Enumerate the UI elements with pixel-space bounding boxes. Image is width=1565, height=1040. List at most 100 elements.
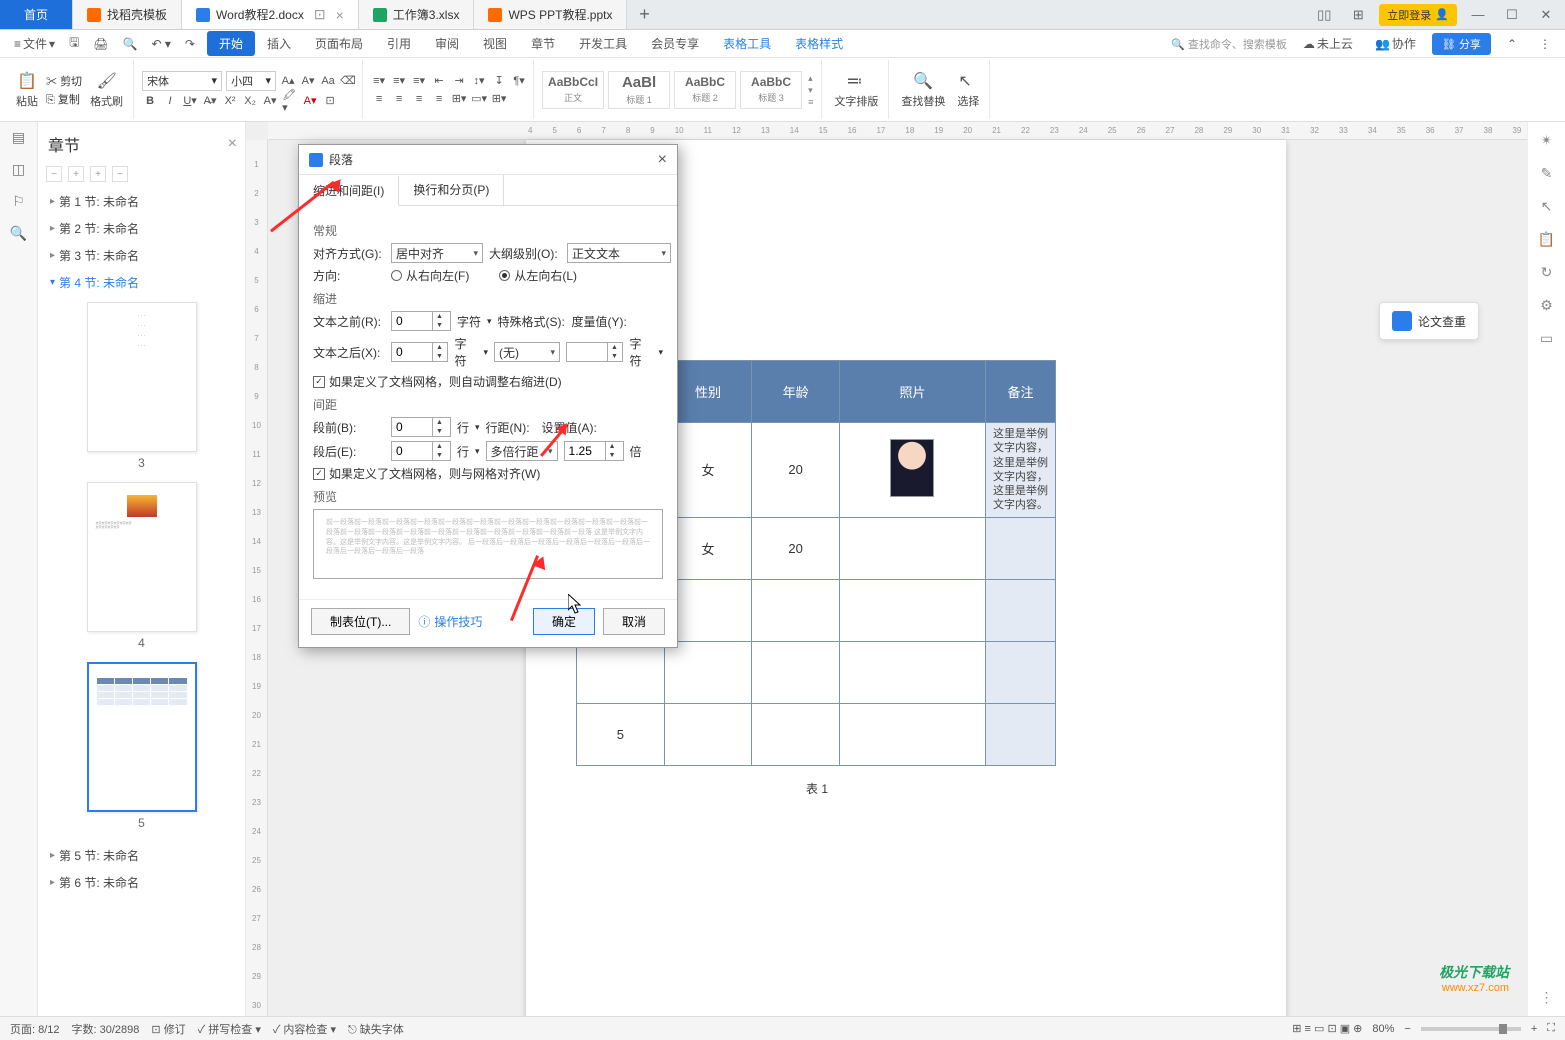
ch-tool-1[interactable]: − [46,166,62,182]
clear-format-icon[interactable]: ⌫ [340,73,356,89]
align-grid-checkbox[interactable]: ✓如果定义了文档网格，则与网格对齐(W) [313,465,540,482]
align-select[interactable]: 居中对齐▾ [391,243,483,263]
text-layout-button[interactable]: ≕文字排版 [830,69,882,111]
zoom-value[interactable]: 80% [1372,1023,1394,1035]
th-remark[interactable]: 备注 [986,361,1056,423]
style-h1[interactable]: AaBl标题 1 [608,71,670,109]
qa-preview-icon[interactable]: 🔍 [117,34,144,54]
chapter-item-5[interactable]: ▸第 5 节: 未命名 [46,842,237,869]
collapse-ribbon-icon[interactable]: ⌃ [1501,34,1523,54]
menu-dev[interactable]: 开发工具 [567,31,639,56]
style-normal[interactable]: AaBbCcI正文 [542,71,604,109]
font-name-select[interactable]: 宋体▾ [142,71,222,91]
status-revision[interactable]: ⊡ 修订 [151,1021,185,1037]
bullets-icon[interactable]: ≡▾ [371,73,387,89]
status-words[interactable]: 字数: 30/2898 [72,1021,140,1037]
zoom-slider[interactable] [1421,1027,1521,1031]
tab-ppt[interactable]: WPS PPT教程.pptx [474,0,627,29]
shading-icon[interactable]: ▭▾ [471,91,487,107]
auto-indent-checkbox[interactable]: ✓如果定义了文档网格，则自动调整右缩进(D) [313,373,562,390]
status-content[interactable]: ✓ 内容检查 ▾ [273,1021,336,1037]
status-spell[interactable]: ✓ 拼写检查 ▾ [198,1021,261,1037]
space-before-spinner[interactable]: ▲▼ [391,417,451,437]
horizontal-ruler[interactable]: 4567891011121314151617181920212223242526… [268,122,1527,140]
highlight-icon[interactable]: 🖍▾ [282,93,298,109]
collab[interactable]: 👥 协作 [1369,32,1422,55]
show-marks-icon[interactable]: ¶▾ [511,73,527,89]
style-h3[interactable]: AaBbC标题 3 [740,71,802,109]
font-color-icon[interactable]: A▾ [302,93,318,109]
search-input[interactable]: 🔍 查找命令、搜索模板 [1171,36,1287,52]
menu-layout[interactable]: 页面布局 [303,31,375,56]
bold-icon[interactable]: B [142,93,158,109]
cancel-button[interactable]: 取消 [603,608,665,635]
zoom-out-icon[interactable]: − [1404,1023,1410,1035]
line-spacing-icon[interactable]: ↕▾ [471,73,487,89]
menu-insert[interactable]: 插入 [255,31,303,56]
tab-add-button[interactable]: + [627,0,661,29]
font-size-select[interactable]: 小四▾ [226,71,276,91]
space-after-spinner[interactable]: ▲▼ [391,441,451,461]
close-window-button[interactable]: ✕ [1533,7,1559,23]
close-icon[interactable]: ⊡ [314,6,326,23]
indent-after-spinner[interactable]: ▲▼ [391,342,448,362]
share-button[interactable]: ⛓ 分享 [1432,33,1491,55]
menu-start[interactable]: 开始 [207,31,255,56]
book-icon[interactable]: ▭ [1540,330,1553,347]
menu-file[interactable]: ≡ 文件 ▾ [8,32,61,55]
decrease-font-icon[interactable]: A▾ [300,73,316,89]
bookmark-icon[interactable]: ⚐ [10,192,28,210]
ch-tool-3[interactable]: + [90,166,106,182]
ok-button[interactable]: 确定 [533,608,595,635]
copy-button[interactable]: ⎘ 复制 [46,91,82,107]
dialog-tab-pagination[interactable]: 换行和分页(P) [399,175,504,205]
clipboard-icon[interactable]: 📋 [1538,231,1555,248]
chapter-item-6[interactable]: ▸第 6 节: 未命名 [46,869,237,896]
thumb-4[interactable]: 文字文字文字文字文字文字文字文字文字文字 [87,482,197,632]
underline-icon[interactable]: U▾ [182,93,198,109]
ch-tool-4[interactable]: − [112,166,128,182]
style-h2[interactable]: AaBbC标题 2 [674,71,736,109]
th-age[interactable]: 年龄 [752,361,840,423]
outline-icon[interactable]: ▤ [10,128,28,146]
find-replace-button[interactable]: 🔍查找替换 [897,69,949,111]
style-down-icon[interactable]: ▾ [808,85,813,96]
fullscreen-icon[interactable]: ⛶ [1547,1022,1555,1035]
decrease-indent-icon[interactable]: ⇤ [431,73,447,89]
vertical-ruler[interactable]: 1234567891011121314151617181920212223242… [246,140,268,1016]
set-value-spinner[interactable]: ▲▼ [564,441,624,461]
dialog-close-icon[interactable]: × [658,151,667,169]
chapter-item-1[interactable]: ▸第 1 节: 未命名 [46,188,237,215]
change-case-icon[interactable]: Aa [320,73,336,89]
chapter-item-2[interactable]: ▸第 2 节: 未命名 [46,215,237,242]
menu-vip[interactable]: 会员专享 [639,31,711,56]
sort-icon[interactable]: ↧ [491,73,507,89]
paste-button[interactable]: 📋粘贴 [12,69,42,111]
status-missing-font[interactable]: ⎋ 缺失字体 [348,1021,404,1037]
refresh-icon[interactable]: ↻ [1541,264,1553,281]
align-right-icon[interactable]: ≡ [411,91,427,107]
italic-icon[interactable]: I [162,93,178,109]
tab-word-doc[interactable]: Word教程2.docx⊡× [182,0,359,29]
zoom-in-icon[interactable]: + [1531,1023,1537,1035]
maximize-button[interactable]: ☐ [1499,7,1525,23]
align-left-icon[interactable]: ≡ [371,91,387,107]
menu-chapter[interactable]: 章节 [519,31,567,56]
outline-select[interactable]: 正文文本▾ [567,243,671,263]
style-more-icon[interactable]: ≡ [808,97,813,107]
subscript-icon[interactable]: X₂ [242,93,258,109]
view-mode-icons[interactable]: ⊞ ≡ ▭ ⊡ ▣ ⊕ [1292,1022,1362,1035]
qa-save-icon[interactable]: 🖫 [63,30,85,57]
not-uploaded[interactable]: ☁ 未上云 [1297,32,1359,55]
multilevel-icon[interactable]: ≡▾ [411,73,427,89]
th-photo[interactable]: 照片 [839,361,985,423]
menu-review[interactable]: 审阅 [423,31,471,56]
tab-home[interactable]: 首页 [0,0,73,29]
tabs-button[interactable]: 制表位(T)... [311,608,410,635]
minimize-button[interactable]: — [1465,7,1491,22]
text-effect-icon[interactable]: A▾ [262,93,278,109]
menu-table-tools[interactable]: 表格工具 [711,31,783,56]
indent-before-spinner[interactable]: ▲▼ [391,311,451,331]
search-pane-icon[interactable]: 🔍 [10,224,28,242]
superscript-icon[interactable]: X² [222,93,238,109]
